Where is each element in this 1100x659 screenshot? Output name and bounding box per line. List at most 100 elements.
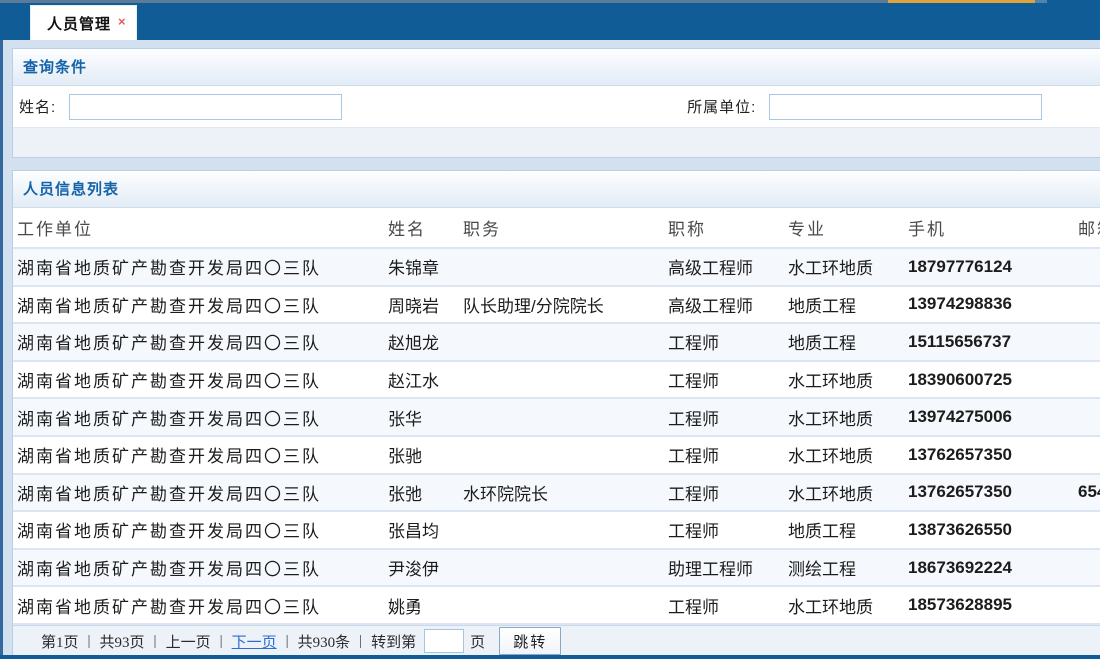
name-input[interactable]	[69, 94, 342, 120]
tab-personnel-management[interactable]: 人员管理 ×	[30, 5, 137, 40]
cell-title: 工程师	[664, 474, 784, 512]
table-row[interactable]: 湖南省地质矿产勘查开发局四〇三队张弛水环院院长工程师水工环地质137626573…	[13, 474, 1100, 512]
cell-name: 周晓岩	[384, 286, 459, 324]
query-panel: 查询条件 姓名: 所属单位:	[12, 48, 1100, 158]
table-row[interactable]: 湖南省地质矿产勘查开发局四〇三队赵江水工程师水工环地质18390600725	[13, 361, 1100, 399]
query-form-row: 姓名: 所属单位:	[13, 86, 1100, 127]
cell-title: 高级工程师	[664, 248, 784, 286]
pagination-bar: 第1页 | 共93页 | 上一页 | 下一页 | 共930条 | 转到第 页 跳…	[13, 625, 1100, 657]
pagination-separator: |	[154, 633, 157, 650]
personnel-table: 工作单位姓名职务职称专业手机邮箱 湖南省地质矿产勘查开发局四〇三队朱锦章高级工程…	[13, 208, 1100, 625]
bottom-edge-strip	[0, 655, 1100, 659]
table-body: 湖南省地质矿产勘查开发局四〇三队朱锦章高级工程师水工环地质18797776124…	[13, 248, 1100, 624]
cell-position	[459, 361, 664, 399]
page-current: 第1页	[41, 631, 79, 652]
cell-position	[459, 511, 664, 549]
items-total: 共930条	[298, 631, 351, 652]
cell-position: 队长助理/分院院长	[459, 286, 664, 324]
title-bar: 人员管理 ×	[0, 3, 1100, 40]
cell-name: 张弛	[384, 474, 459, 512]
cell-major: 地质工程	[784, 286, 904, 324]
cell-title: 高级工程师	[664, 286, 784, 324]
pagination-separator: |	[359, 633, 362, 650]
cell-email	[1074, 436, 1100, 474]
tab-close-icon[interactable]: ×	[118, 15, 126, 28]
cell-mobile: 13974298836	[904, 286, 1074, 324]
table-row[interactable]: 湖南省地质矿产勘查开发局四〇三队张昌均工程师地质工程13873626550	[13, 511, 1100, 549]
next-page-link[interactable]: 下一页	[232, 631, 277, 652]
table-row[interactable]: 湖南省地质矿产勘查开发局四〇三队姚勇工程师水工环地质18573628895	[13, 586, 1100, 624]
table-header-row: 工作单位姓名职务职称专业手机邮箱	[13, 208, 1100, 248]
cell-name: 尹浚伊	[384, 549, 459, 587]
cell-email	[1074, 511, 1100, 549]
column-header-email: 邮箱	[1074, 208, 1100, 248]
list-panel-title: 人员信息列表	[13, 171, 1100, 208]
unit-field-label: 所属单位:	[687, 96, 756, 117]
query-actions-row	[13, 127, 1100, 157]
cell-unit: 湖南省地质矿产勘查开发局四〇三队	[13, 586, 384, 624]
cell-unit: 湖南省地质矿产勘查开发局四〇三队	[13, 398, 384, 436]
cell-email	[1074, 549, 1100, 587]
cell-major: 水工环地质	[784, 474, 904, 512]
cell-unit: 湖南省地质矿产勘查开发局四〇三队	[13, 511, 384, 549]
table-row[interactable]: 湖南省地质矿产勘查开发局四〇三队尹浚伊助理工程师测绘工程18673692224	[13, 549, 1100, 587]
column-header-position: 职务	[459, 208, 664, 248]
cell-name: 赵旭龙	[384, 323, 459, 361]
pagination-separator: |	[286, 633, 289, 650]
table-row[interactable]: 湖南省地质矿产勘查开发局四〇三队张驰工程师水工环地质13762657350	[13, 436, 1100, 474]
cell-name: 姚勇	[384, 586, 459, 624]
cell-unit: 湖南省地质矿产勘查开发局四〇三队	[13, 286, 384, 324]
unit-input[interactable]	[769, 94, 1042, 120]
cell-unit: 湖南省地质矿产勘查开发局四〇三队	[13, 549, 384, 587]
cell-email	[1074, 586, 1100, 624]
cell-position	[459, 398, 664, 436]
cell-title: 工程师	[664, 398, 784, 436]
column-header-major: 专业	[784, 208, 904, 248]
personnel-list-panel: 人员信息列表 工作单位姓名职务职称专业手机邮箱 湖南省地质矿产勘查开发局四〇三队…	[12, 170, 1100, 658]
cell-title: 工程师	[664, 323, 784, 361]
table-row[interactable]: 湖南省地质矿产勘查开发局四〇三队朱锦章高级工程师水工环地质18797776124	[13, 248, 1100, 286]
left-edge-strip	[0, 40, 3, 655]
cell-unit: 湖南省地质矿产勘查开发局四〇三队	[13, 361, 384, 399]
query-panel-title: 查询条件	[13, 49, 1100, 86]
cell-position	[459, 549, 664, 587]
cell-email	[1074, 248, 1100, 286]
cell-email	[1074, 323, 1100, 361]
cell-major: 地质工程	[784, 323, 904, 361]
prev-page-link[interactable]: 上一页	[166, 631, 211, 652]
cell-position	[459, 436, 664, 474]
goto-page-label: 转到第	[371, 631, 416, 652]
cell-unit: 湖南省地质矿产勘查开发局四〇三队	[13, 323, 384, 361]
page-total: 共93页	[100, 631, 145, 652]
cell-mobile: 13873626550	[904, 511, 1074, 549]
cell-position	[459, 248, 664, 286]
table-row[interactable]: 湖南省地质矿产勘查开发局四〇三队赵旭龙 工程师地质工程15115656737	[13, 323, 1100, 361]
jump-button[interactable]: 跳转	[499, 627, 561, 655]
cell-position	[459, 323, 664, 361]
cell-title: 工程师	[664, 511, 784, 549]
cell-mobile: 15115656737	[904, 323, 1074, 361]
cell-email: 654	[1074, 474, 1100, 512]
column-header-unit: 工作单位	[13, 208, 384, 248]
pagination-separator: |	[220, 633, 223, 650]
cell-title: 助理工程师	[664, 549, 784, 587]
table-row[interactable]: 湖南省地质矿产勘查开发局四〇三队张华工程师水工环地质13974275006	[13, 398, 1100, 436]
cell-unit: 湖南省地质矿产勘查开发局四〇三队	[13, 474, 384, 512]
goto-page-input[interactable]	[424, 629, 464, 653]
cell-mobile: 18797776124	[904, 248, 1074, 286]
cell-title: 工程师	[664, 361, 784, 399]
tab-label: 人员管理	[47, 13, 111, 34]
cell-mobile: 18673692224	[904, 549, 1074, 587]
cell-major: 地质工程	[784, 511, 904, 549]
cell-mobile: 18390600725	[904, 361, 1074, 399]
cell-position: 水环院院长	[459, 474, 664, 512]
cell-unit: 湖南省地质矿产勘查开发局四〇三队	[13, 248, 384, 286]
cell-title: 工程师	[664, 586, 784, 624]
table-row[interactable]: 湖南省地质矿产勘查开发局四〇三队周晓岩队长助理/分院院长高级工程师地质工程139…	[13, 286, 1100, 324]
cell-major: 水工环地质	[784, 436, 904, 474]
cell-title: 工程师	[664, 436, 784, 474]
cell-position	[459, 586, 664, 624]
column-header-name: 姓名	[384, 208, 459, 248]
cell-name: 赵江水	[384, 361, 459, 399]
cell-mobile: 13762657350	[904, 436, 1074, 474]
